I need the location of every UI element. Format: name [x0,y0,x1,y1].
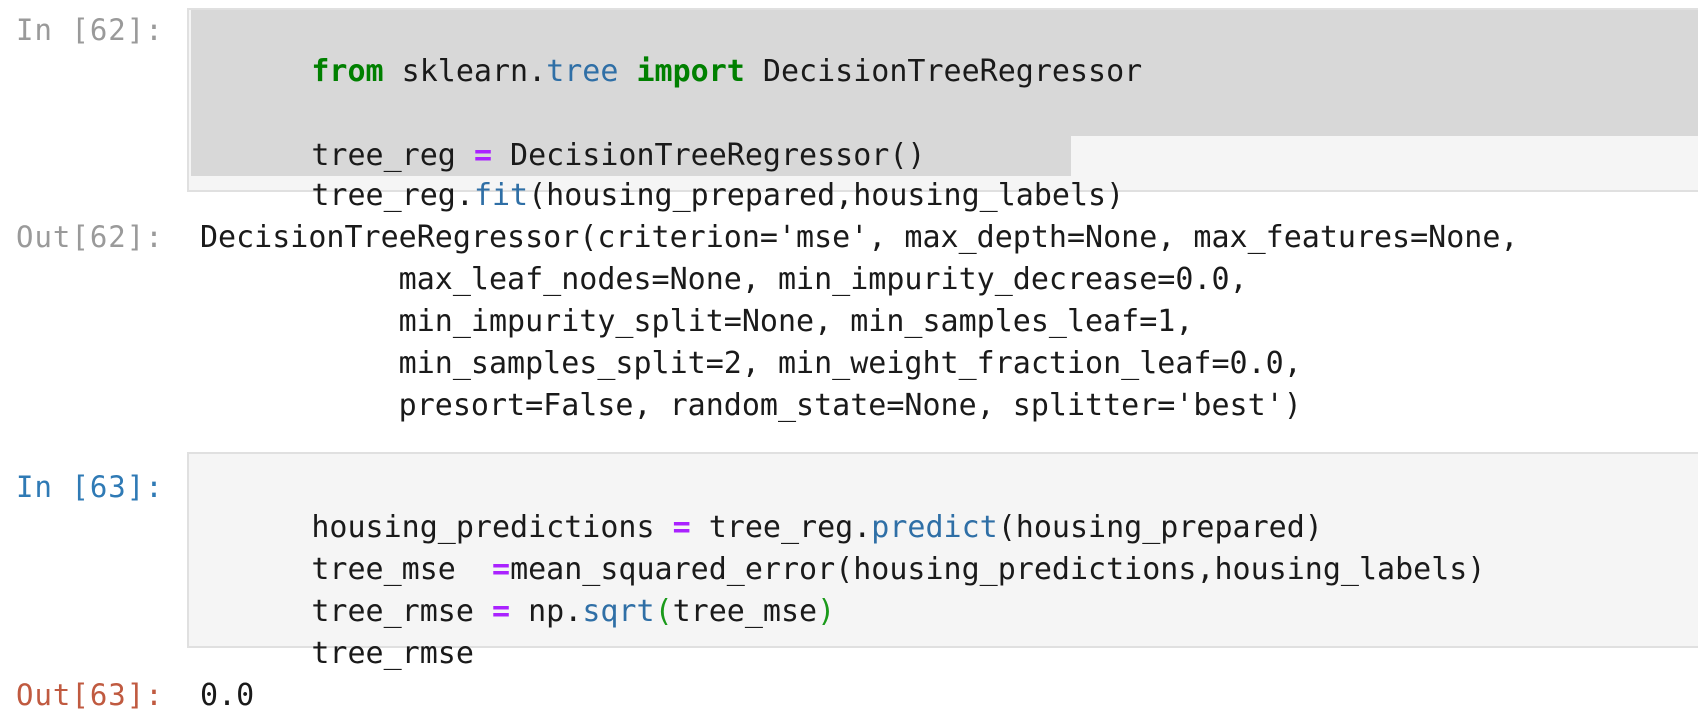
output-line-4: min_samples_split=2, min_weight_fraction… [200,346,1302,381]
module-name: sklearn. [383,54,547,89]
variable-name: tree_rmse [311,636,474,671]
code-line-3: tree_reg = DecisionTreeRegressor() [203,96,925,173]
code-cell-63[interactable]: In [63]: housing_predictions = tree_reg.… [0,450,1698,671]
code-line-4: tree_reg.fit(housing_prepared,housing_la… [203,136,1124,213]
output-line-2: max_leaf_nodes=None, min_impurity_decrea… [200,262,1248,297]
code-line-4: tree_rmse [203,594,474,671]
output-prompt-63: Out[63]: [16,678,164,712]
code-input-63[interactable]: housing_predictions = tree_reg.predict(h… [187,452,1698,671]
output-value: 0.0 [200,678,255,713]
keyword-import: import [636,54,745,89]
code-cell-62[interactable]: In [62]: from sklearn.tree import Decisi… [0,0,1698,213]
code-line-1: from sklearn.tree import DecisionTreeReg… [203,12,1142,89]
code-input-62[interactable]: from sklearn.tree import DecisionTreeReg… [187,8,1698,213]
code-line-2: tree_mse =mean_squared_error(housing_pre… [203,510,1485,587]
assign-operator: = [492,594,511,629]
close-paren: ) [817,594,836,629]
input-prompt-62: In [62]: [16,13,164,47]
output-line-1: DecisionTreeRegressor(criterion='mse', m… [200,220,1519,255]
input-prompt-63: In [63]: [16,470,164,504]
output-area-63: Out[63]: 0.0 [0,668,1698,726]
code-line-3: tree_rmse = np.sqrt(tree_mse) [203,552,835,629]
output-line-5: presort=False, random_state=None, splitt… [200,388,1302,423]
output-area-62: Out[62]: DecisionTreeRegressor(criterion… [0,200,1698,430]
output-line-3: min_impurity_split=None, min_samples_lea… [200,304,1194,339]
keyword-from: from [311,54,384,89]
code-text: np. [510,594,583,629]
argument-name: tree_mse [672,594,818,629]
code-line-1: housing_predictions = tree_reg.predict(h… [203,468,1322,545]
open-paren: ( [654,594,673,629]
output-prompt-62: Out[62]: [16,220,164,254]
submodule-name: tree [546,54,619,89]
class-name: DecisionTreeRegressor [744,54,1143,89]
method-name: sqrt [582,594,655,629]
